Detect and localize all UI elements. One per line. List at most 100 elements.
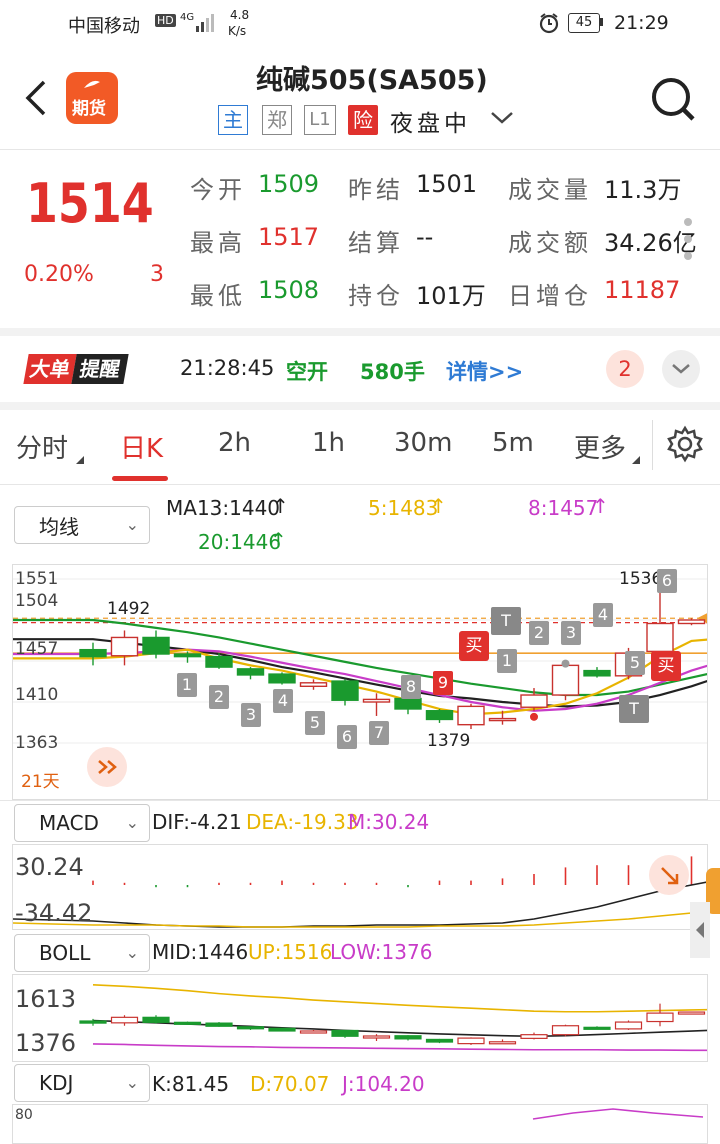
badge-big: 大单 — [23, 354, 77, 384]
boll-candle-body — [614, 1021, 643, 1030]
alert-expand-button[interactable] — [662, 350, 700, 388]
kdj-k: K:81.45 — [152, 1072, 230, 1096]
seq-up-4: 4 — [593, 603, 613, 627]
boll-candle-body — [268, 1027, 296, 1032]
macd-chart[interactable]: 30.24 -34.42 — [12, 844, 708, 930]
quote-field-value: 101万 — [416, 282, 486, 310]
tab-7[interactable]: 更多 — [574, 428, 626, 465]
quote-field-label: 最低 — [190, 282, 246, 310]
candle-body — [79, 648, 107, 658]
y-label: 1504 — [15, 591, 59, 611]
ma13-value: MA13:1440 — [166, 496, 281, 520]
alert-action: 空开 — [286, 360, 328, 384]
network-speed-unit: K/s — [228, 24, 247, 38]
boll-chart[interactable]: 1613 1376 — [12, 974, 708, 1062]
kdj-svg — [532, 1108, 704, 1120]
quote-field-label: 结算 — [348, 229, 404, 257]
boll-candle-body — [299, 1030, 328, 1034]
search-icon[interactable] — [650, 76, 696, 126]
quote-field-value: 1517 — [258, 223, 320, 251]
alert-time: 21:28:45 — [180, 356, 275, 380]
boll-candle-body — [520, 1034, 548, 1039]
ma-selector[interactable]: 均线 ⌄ — [14, 506, 150, 544]
ma5-value: 5:1483 — [368, 496, 439, 520]
t-signal[interactable]: T — [491, 607, 521, 635]
battery-icon: 45 — [568, 13, 600, 33]
seq-down-2: 2 — [209, 685, 229, 709]
battery-tip — [600, 18, 603, 26]
kline-chart[interactable]: 1551 1504 1457 1410 1363 1536 6 1492 137… — [12, 564, 708, 800]
alert-count-badge[interactable]: 2 — [606, 350, 644, 388]
collapse-arrow-icon[interactable] — [690, 902, 710, 958]
boll-candle-body — [79, 1020, 107, 1024]
candle-body — [520, 694, 548, 708]
boll-candle-body — [236, 1026, 265, 1030]
y-label: 1363 — [15, 733, 59, 753]
quote-field-label: 日增仓 — [508, 282, 592, 310]
quote-field-label: 最高 — [190, 229, 246, 257]
candle-body — [299, 682, 328, 687]
tab-4[interactable]: 1h — [312, 428, 345, 458]
settings-gear-icon[interactable] — [666, 425, 704, 467]
macd-y-bottom: -34.42 — [15, 899, 93, 927]
tag-main: 主 — [218, 105, 248, 135]
boll-candle-body — [551, 1025, 580, 1036]
tab-3[interactable]: 2h — [218, 428, 251, 458]
high-marker: 1536 — [619, 569, 663, 589]
network-type: 4G — [180, 12, 195, 23]
tab-divider — [652, 420, 653, 470]
chevron-down-icon[interactable] — [490, 110, 514, 130]
more-dots-icon[interactable] — [682, 218, 694, 266]
app-logo[interactable]: 期货 — [66, 72, 118, 124]
seq-down-5: 5 — [305, 711, 325, 735]
buy-signal[interactable]: 买 — [651, 651, 681, 681]
tab-2[interactable]: 日K — [120, 428, 163, 465]
kdj-j: J:104.20 — [342, 1072, 425, 1096]
kdj-chart[interactable]: 80 — [12, 1104, 708, 1144]
buy-signal[interactable]: 买 — [459, 631, 489, 661]
tab-6[interactable]: 5m — [492, 428, 534, 458]
t-signal[interactable]: T — [619, 695, 649, 723]
boll-y-bottom: 1376 — [15, 1029, 77, 1057]
tab-5[interactable]: 30m — [394, 428, 452, 458]
boll-candle-body — [425, 1038, 454, 1043]
boll-lower-line — [92, 1043, 707, 1052]
buy-dot — [530, 712, 538, 721]
boll-up: UP:1516 — [248, 940, 333, 964]
quote-field-label: 成交量 — [508, 176, 592, 204]
session-status: 夜盘中 — [390, 111, 471, 137]
candle-body — [362, 698, 391, 703]
kdj-selector[interactable]: KDJ ⌄ — [14, 1064, 150, 1102]
boll-candle-body — [394, 1035, 422, 1040]
boll-low: LOW:1376 — [330, 940, 433, 964]
fast-forward-icon[interactable] — [87, 747, 127, 787]
boll-candle-body — [110, 1016, 139, 1024]
macd-selector[interactable]: MACD ⌄ — [14, 804, 150, 842]
boll-upper-line — [92, 984, 707, 1013]
arrow-up-icon: ↑ — [272, 494, 289, 518]
quote-field-value: -- — [416, 223, 434, 251]
alert-volume: 580手 — [360, 360, 425, 384]
seq-down-9: 9 — [433, 671, 453, 695]
tab-1[interactable]: 分时 — [16, 428, 68, 465]
big-order-badge: 大单 提醒 — [23, 354, 129, 384]
alert-detail-link[interactable]: 详情>> — [446, 356, 523, 386]
candle-body — [331, 680, 359, 701]
candle-body — [457, 705, 485, 726]
y-label: 1410 — [15, 685, 59, 705]
quote-field-label: 今开 — [190, 176, 246, 204]
quote-field-label: 昨结 — [348, 176, 404, 204]
y-label: 1457 — [15, 639, 59, 659]
candle-body — [236, 668, 265, 676]
kdj-d: D:70.07 — [250, 1072, 330, 1096]
boll-selector[interactable]: BOLL ⌄ — [14, 934, 150, 972]
macd-selector-label: MACD — [39, 811, 99, 835]
boll-candle-body — [362, 1035, 391, 1039]
candle-body — [142, 636, 170, 655]
back-button[interactable] — [20, 78, 50, 122]
candle-body — [551, 664, 580, 696]
period-label: 21天 — [21, 772, 60, 792]
macd-dea: DEA:-19.33 — [246, 810, 359, 834]
chevron-down-icon: ⌄ — [125, 943, 139, 962]
quote-field-value: 11.3万 — [604, 176, 682, 204]
